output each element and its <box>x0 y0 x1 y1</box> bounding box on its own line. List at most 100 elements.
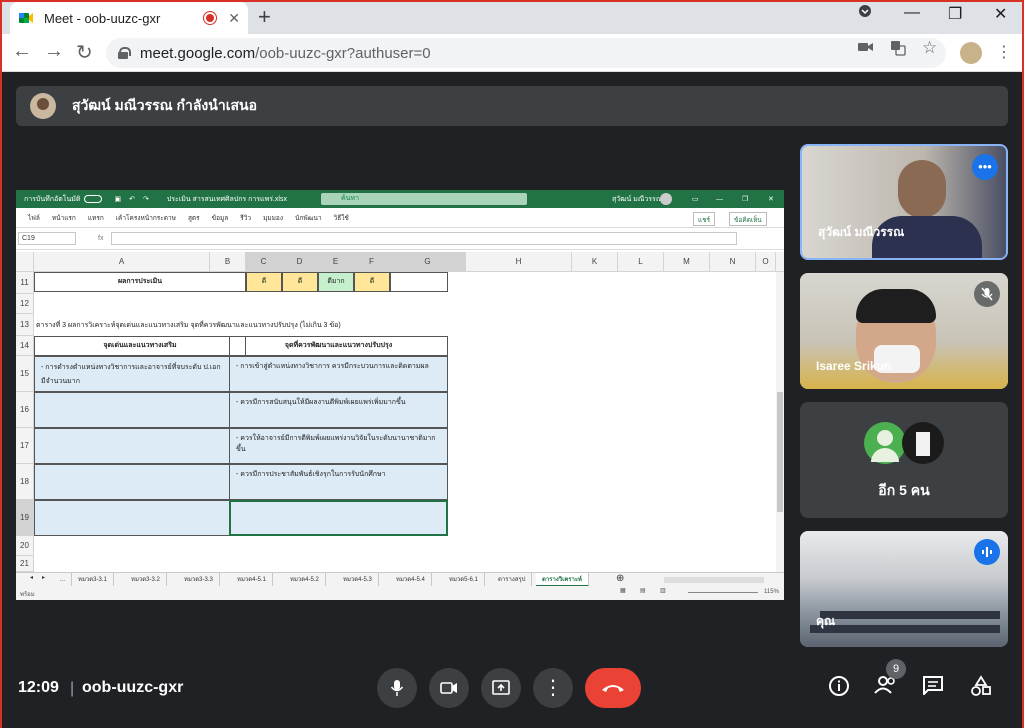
minimize-button[interactable]: — <box>904 4 920 22</box>
row-header[interactable]: 14 <box>16 336 34 356</box>
sheet-tab[interactable]: ตารางสรุป <box>492 573 533 587</box>
score-cell[interactable]: ดีมาก <box>318 272 354 292</box>
column-header[interactable]: D <box>282 252 318 272</box>
sheet-tab[interactable]: หมวด4-5.2 <box>284 573 326 587</box>
sheet-tab[interactable]: หมวด4-5.3 <box>337 573 379 587</box>
undo-icon[interactable]: ↶ <box>129 195 135 203</box>
view-normal-icon[interactable]: ▦ <box>620 587 626 594</box>
column-header[interactable]: L <box>618 252 664 272</box>
column-header[interactable]: F <box>354 252 390 272</box>
selected-cell[interactable] <box>229 500 448 536</box>
sheet-prev-icon[interactable]: ◂ <box>30 574 33 581</box>
strength-cell[interactable] <box>34 500 230 536</box>
participant-tile-presenter[interactable]: สุวัฒน์ มณีวรรณ ••• <box>800 144 1008 260</box>
sheet-tab[interactable]: หมวด4-5.4 <box>390 573 432 587</box>
select-all-corner[interactable] <box>16 252 34 272</box>
strengths-header[interactable]: จุดเด่นและแนวทางเสริม <box>34 336 246 356</box>
sheet-tab-active[interactable]: ตารางวิเคราะห์ <box>536 573 589 587</box>
excel-share-button[interactable]: แชร์ <box>693 212 716 226</box>
more-options-button[interactable]: ⋮ <box>533 668 573 708</box>
improvement-cell[interactable]: - ควรมีการประชาสัมพันธ์เชิงรุกในการรับนั… <box>229 464 448 500</box>
table-caption[interactable]: ตารางที่ 3 ผลการวิเคราะห์จุดเด่นและแนวทา… <box>36 320 636 334</box>
excel-horizontal-scrollbar[interactable] <box>664 577 764 583</box>
fx-icon[interactable]: fx <box>98 235 103 242</box>
excel-vertical-scrollbar[interactable] <box>776 272 784 572</box>
column-header[interactable]: G <box>390 252 466 272</box>
improvement-cell[interactable]: - ควรมีการสนับสนุนให้มีผลงานตีพิมพ์เผยแพ… <box>229 392 448 428</box>
camera-icon[interactable] <box>858 40 874 56</box>
strength-cell[interactable] <box>34 464 230 500</box>
browser-tab[interactable]: Meet - oob-uuzc-gxr ✕ <box>10 2 248 34</box>
column-header[interactable]: K <box>572 252 618 272</box>
column-header[interactable]: A <box>34 252 210 272</box>
ribbon-tab[interactable]: มุมมอง <box>263 213 283 223</box>
column-header[interactable]: E <box>318 252 354 272</box>
microphone-button[interactable] <box>377 668 417 708</box>
reload-icon[interactable]: ↻ <box>76 40 93 65</box>
tab-search-icon[interactable] <box>858 4 872 23</box>
close-window-button[interactable]: ✕ <box>994 4 1007 24</box>
strength-cell[interactable]: - การดำรงตำแหน่งทางวิชาการและอาจารย์ที่จ… <box>34 356 230 392</box>
ribbon-tab[interactable]: วิธีใช้ <box>334 213 349 223</box>
row-header[interactable]: 21 <box>16 556 34 572</box>
column-header[interactable]: C <box>246 252 282 272</box>
row-header[interactable]: 11 <box>16 272 34 294</box>
ribbon-tab[interactable]: แทรก <box>88 213 104 223</box>
score-cell[interactable]: ดี <box>246 272 282 292</box>
row-header[interactable]: 15 <box>16 356 34 392</box>
new-tab-button[interactable]: + <box>258 4 271 30</box>
empty-cell[interactable] <box>390 272 448 292</box>
row-header[interactable]: 17 <box>16 428 34 464</box>
row-header[interactable]: 20 <box>16 536 34 556</box>
ribbon-tab[interactable]: สูตร <box>188 213 200 223</box>
excel-search-box[interactable]: ค้นหา <box>321 193 527 205</box>
sheet-tab[interactable]: หมวด3-3.1 <box>72 573 114 587</box>
camera-button[interactable] <box>429 668 469 708</box>
excel-user-avatar[interactable] <box>660 193 672 205</box>
save-icon[interactable]: ▣ <box>114 195 121 203</box>
improvements-header[interactable]: จุดที่ควรพัฒนาและแนวทางปรับปรุง <box>229 336 448 356</box>
excel-comment-button[interactable]: ข้อคิดเห็น <box>729 212 767 226</box>
translate-icon[interactable] <box>890 40 906 59</box>
ribbon-tab[interactable]: รีวิว <box>240 213 251 223</box>
sheet-tab[interactable]: ... <box>54 573 73 587</box>
address-bar[interactable]: meet.google.com/oob-uuzc-gxr?authuser=0 <box>106 38 946 68</box>
add-sheet-icon[interactable]: ⊕ <box>616 573 624 584</box>
ribbon-tab[interactable]: หน้าแรก <box>52 213 76 223</box>
formula-input[interactable] <box>111 232 738 245</box>
ribbon-tab[interactable]: ไฟล์ <box>28 213 40 223</box>
ribbon-display-icon[interactable]: ▭ <box>692 195 699 203</box>
column-header[interactable]: H <box>466 252 572 272</box>
meeting-details-icon[interactable] <box>828 675 850 703</box>
strength-cell[interactable] <box>34 392 230 428</box>
chrome-menu-icon[interactable]: ⋮ <box>996 42 1012 62</box>
name-box[interactable]: C19 <box>18 232 76 245</box>
participant-tile-others[interactable]: อีก 5 คน <box>800 402 1008 518</box>
ribbon-tab[interactable]: เค้าโครงหน้ากระดาษ <box>116 213 176 223</box>
evaluation-label-cell[interactable]: ผลการประเมิน <box>34 272 246 292</box>
excel-minimize-icon[interactable]: — <box>716 196 723 203</box>
tab-close-icon[interactable]: ✕ <box>228 10 240 27</box>
sheet-next-icon[interactable]: ▸ <box>42 574 45 581</box>
column-header[interactable]: O <box>756 252 776 272</box>
sheet-tab[interactable]: หมวด3-3.3 <box>178 573 220 587</box>
redo-icon[interactable]: ↷ <box>143 195 149 203</box>
sheet-tab[interactable]: หมวด5-6.1 <box>443 573 485 587</box>
chat-icon[interactable] <box>922 675 944 701</box>
back-arrow-icon[interactable]: ← <box>12 40 32 63</box>
participant-tile-isaree[interactable]: Isaree Srikun <box>800 273 1008 389</box>
view-page-layout-icon[interactable]: ▤ <box>640 587 646 594</box>
ribbon-tab[interactable]: ข้อมูล <box>212 213 229 223</box>
row-header[interactable]: 18 <box>16 464 34 500</box>
strength-cell[interactable] <box>34 428 230 464</box>
score-cell[interactable]: ดี <box>354 272 390 292</box>
more-options-icon[interactable]: ••• <box>972 154 998 180</box>
participant-tile-you[interactable]: คุณ <box>800 531 1008 647</box>
autosave-toggle[interactable] <box>84 195 103 203</box>
forward-arrow-icon[interactable]: → <box>44 40 64 63</box>
ribbon-tab[interactable]: นักพัฒนา <box>295 213 322 223</box>
activities-icon[interactable] <box>970 675 992 703</box>
column-header[interactable]: B <box>210 252 246 272</box>
view-page-break-icon[interactable]: ▥ <box>660 587 666 594</box>
improvement-cell[interactable]: - การเข้าสู่ตำแหน่งทางวิชาการ ควรมีกระบว… <box>229 356 448 392</box>
